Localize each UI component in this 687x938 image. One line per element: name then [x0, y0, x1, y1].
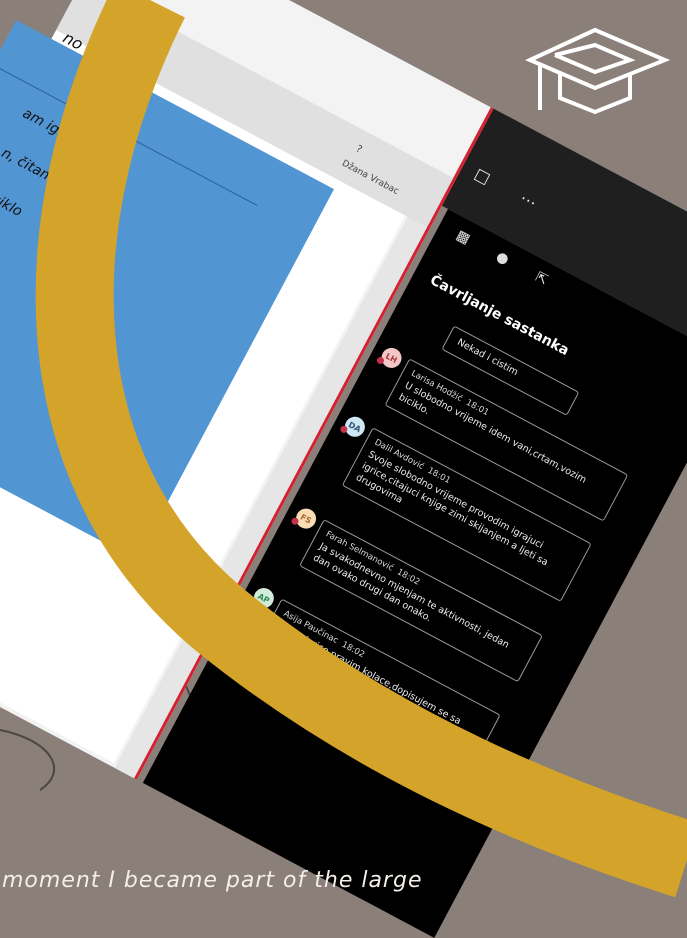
graduation-cap-logo	[525, 27, 670, 115]
caption-text: moment I became part of the large	[2, 868, 423, 893]
camera-off-icon[interactable]: ▩	[453, 227, 472, 247]
share-tray-icon[interactable]: ⇱	[532, 269, 550, 289]
more-icon[interactable]: ⋯	[514, 188, 541, 217]
help-icon[interactable]: ?	[354, 144, 364, 156]
mic-icon[interactable]: ●	[493, 248, 511, 268]
share-icon[interactable]: □	[468, 163, 495, 192]
